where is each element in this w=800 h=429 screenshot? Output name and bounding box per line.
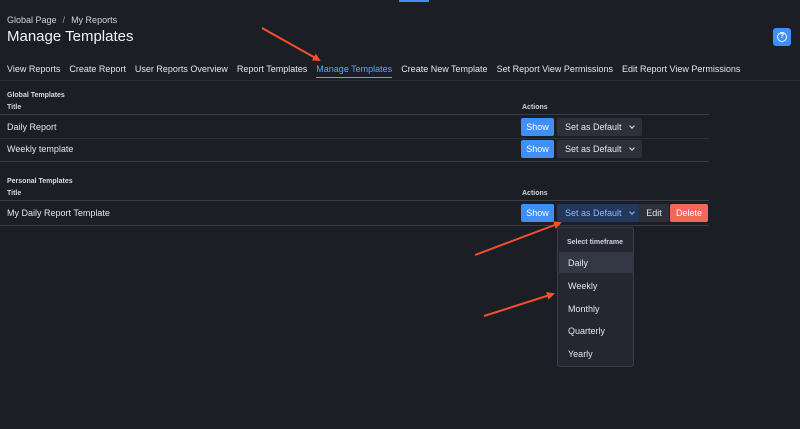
annotation-arrow-manage-templates: [261, 27, 321, 61]
annotation-arrow-set-as-default: [474, 221, 562, 256]
annotation-arrow-weekly: [483, 292, 555, 317]
annotation-arrows: [261, 27, 562, 317]
page: Global Page / My Reports Manage Template…: [0, 0, 800, 429]
